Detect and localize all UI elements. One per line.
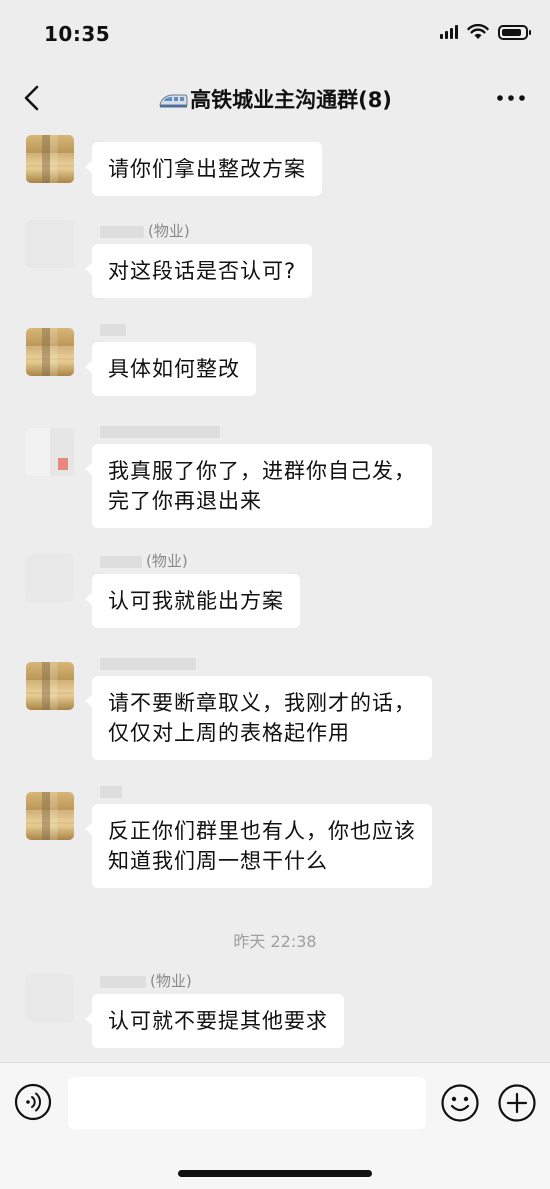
message-bubble[interactable]: 具体如何整改 [85,342,256,396]
avatar[interactable] [26,428,74,476]
avatar[interactable] [26,662,74,710]
sender-name [100,422,224,440]
sender-name: (物业) [100,220,190,241]
message-bubble[interactable]: 反正你们群里也有人，你也应该 知道我们周一想干什么 [85,804,432,888]
signal-icon [440,25,458,39]
sender-role: (物业) [148,222,190,240]
avatar[interactable] [26,974,74,1022]
sender-role: (物业) [150,972,192,990]
avatar[interactable] [26,220,74,268]
emoji-icon[interactable] [440,1083,480,1123]
message-timestamp: 昨天 22:38 [233,932,317,951]
message-bubble[interactable]: 请不要断章取义，我刚才的话， 仅仅对上周的表格起作用 [85,676,432,760]
home-indicator [178,1170,372,1177]
sender-name [100,654,200,672]
avatar[interactable] [26,135,74,183]
nav-bar: 高铁城业主沟通群(8) [0,66,550,130]
message-bubble[interactable]: 请你们拿出整改方案 [85,142,322,196]
message-bubble[interactable]: 认可就不要提其他要求 [85,994,344,1048]
message-bubble[interactable]: 我真服了你了，进群你自己发， 完了你再退出来 [85,444,432,528]
input-bar [0,1062,550,1189]
avatar[interactable] [26,554,74,602]
sender-name [100,320,130,338]
more-dots-icon[interactable] [494,82,528,114]
sender-role: (物业) [146,552,188,570]
avatar[interactable] [26,792,74,840]
chat-title[interactable]: 高铁城业主沟通群(8) [0,84,550,114]
battery-icon [498,24,531,40]
status-bar: 10:35 [0,0,550,66]
avatar[interactable] [26,328,74,376]
message-bubble[interactable]: 认可我就能出方案 [85,574,300,628]
train-emoji-icon [159,94,188,108]
plus-icon[interactable] [497,1083,537,1123]
sender-name: (物业) [100,550,188,571]
status-icons [440,24,531,40]
chat-area[interactable]: 请你们拿出整改方案 (物业) 对这段话是否认可? 具体如何整改 我真服了你了，进… [0,130,550,1062]
message-bubble[interactable]: 对这段话是否认可? [84,244,313,298]
sender-name [100,782,126,800]
message-input[interactable] [68,1077,426,1129]
sender-name: (物业) [100,970,192,991]
status-time: 10:35 [44,22,111,46]
chat-title-text: 高铁城业主沟通群(8) [190,88,392,112]
wifi-icon [467,24,489,39]
voice-icon[interactable] [14,1083,52,1121]
